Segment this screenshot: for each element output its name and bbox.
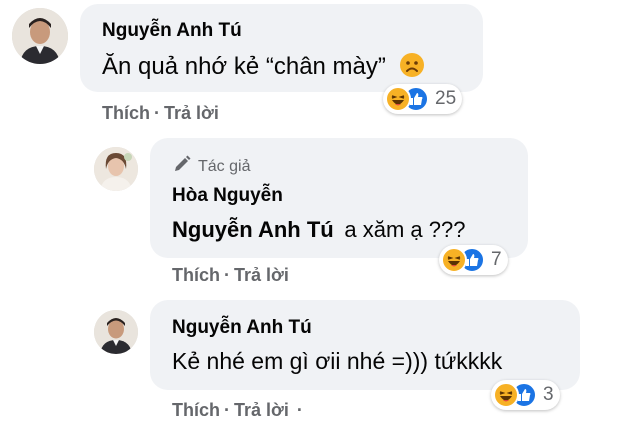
- comment-actions: Thích · Trả lời: [172, 265, 289, 286]
- separator: ·: [154, 103, 160, 123]
- avatar[interactable]: [94, 310, 138, 354]
- comment-actions: Thích · Trả lời: [102, 103, 219, 124]
- comment-author[interactable]: Hòa Nguyễn: [172, 185, 283, 207]
- author-badge-label: Tác giả: [198, 157, 251, 175]
- separator: ·: [224, 265, 230, 285]
- comment-bubble: Tác giả Hòa Nguyễn Nguyễn Anh Tú a xăm ạ…: [150, 138, 528, 258]
- comment-author[interactable]: Nguyễn Anh Tú: [102, 20, 242, 42]
- haha-reaction-icon: [493, 382, 519, 408]
- like-link[interactable]: Thích: [172, 265, 220, 285]
- frowning-emoji-icon: [399, 52, 425, 85]
- comment-text: Nguyễn Anh Tú a xăm ạ ???: [172, 216, 465, 244]
- comment-bubble: Nguyễn Anh Tú Kẻ nhé em gì ơii nhé =))) …: [150, 300, 580, 390]
- reaction-summary[interactable]: 7: [439, 245, 508, 275]
- avatar[interactable]: [94, 147, 138, 191]
- pencil-icon: [172, 154, 192, 179]
- comment-text: Kẻ nhé em gì ơii nhé =))) tứkkkk: [172, 348, 503, 374]
- separator: ·: [296, 400, 303, 420]
- author-badge: Tác giả: [172, 154, 250, 179]
- mention-link[interactable]: Nguyễn Anh Tú: [172, 217, 334, 242]
- reply-link[interactable]: Trả lời: [234, 400, 289, 420]
- like-link[interactable]: Thích: [172, 400, 220, 420]
- haha-reaction-icon: [441, 247, 467, 273]
- comment-text-body: a xăm ạ ???: [344, 217, 466, 242]
- reaction-summary[interactable]: 25: [383, 84, 463, 114]
- reaction-count: 25: [435, 88, 457, 109]
- reaction-summary[interactable]: 3: [491, 380, 560, 410]
- reply-link[interactable]: Trả lời: [234, 265, 289, 285]
- comment-text-body: Ăn quả nhớ kẻ “chân mày”: [102, 53, 386, 80]
- haha-reaction-icon: [385, 86, 411, 112]
- comment-actions: Thích · Trả lời ·: [172, 400, 307, 421]
- comment-bubble: Nguyễn Anh Tú Ăn quả nhớ kẻ “chân mày”: [80, 4, 483, 92]
- reaction-count: 3: [543, 384, 554, 405]
- like-link[interactable]: Thích: [102, 103, 150, 123]
- separator: ·: [224, 400, 230, 420]
- reply-link[interactable]: Trả lời: [164, 103, 219, 123]
- reaction-count: 7: [491, 249, 502, 270]
- avatar[interactable]: [12, 8, 68, 64]
- comment-text: Ăn quả nhớ kẻ “chân mày”: [102, 52, 425, 85]
- comment-author[interactable]: Nguyễn Anh Tú: [172, 317, 312, 339]
